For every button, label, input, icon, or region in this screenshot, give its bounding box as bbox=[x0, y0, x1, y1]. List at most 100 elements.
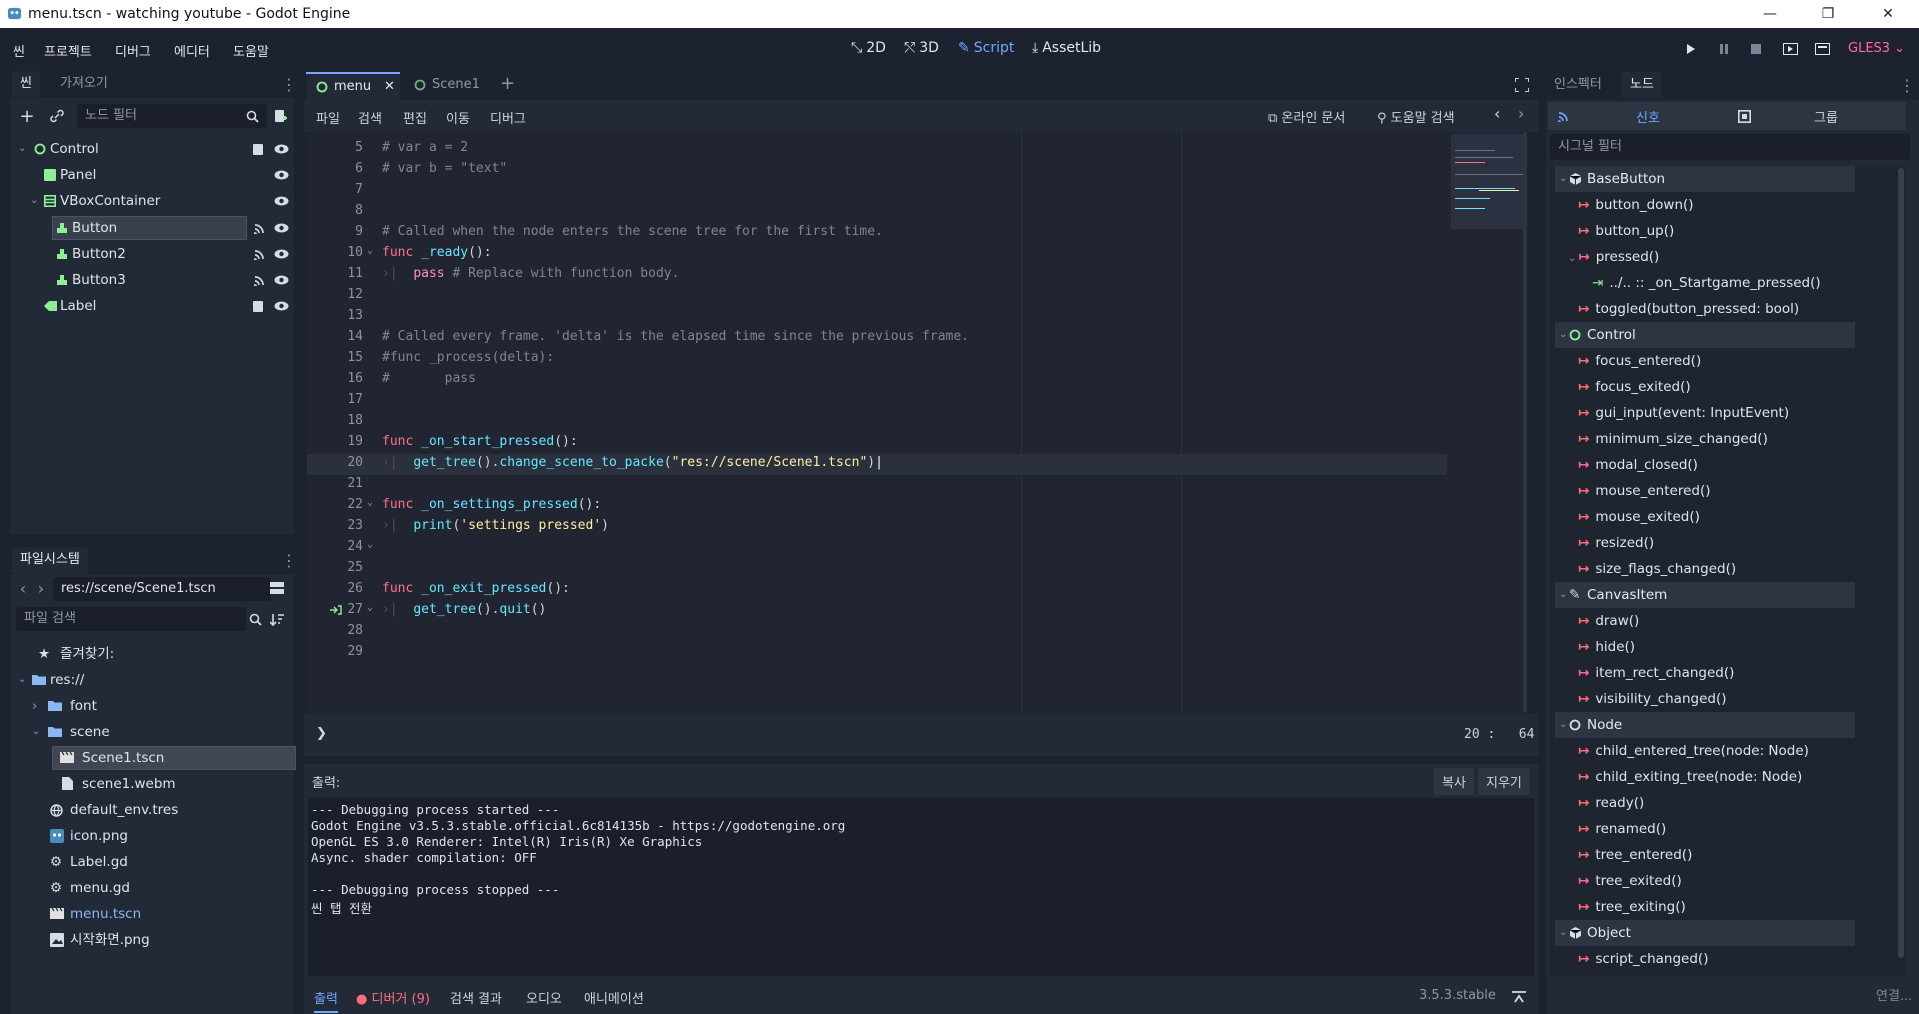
clear-button[interactable]: 지우기 bbox=[1478, 768, 1530, 795]
signal-item[interactable]: ↦ draw() bbox=[1578, 608, 1639, 634]
add-tab-icon[interactable]: + bbox=[500, 73, 515, 94]
tab-debugger[interactable]: ● 디버거 (9) bbox=[356, 988, 430, 1007]
signal-item[interactable]: ↦ visibility_changed() bbox=[1578, 686, 1726, 712]
play-scene-icon[interactable] bbox=[1779, 39, 1801, 59]
dock-menu-icon[interactable]: ⋮ bbox=[1896, 74, 1918, 96]
visibility-eye-icon[interactable] bbox=[274, 223, 289, 233]
fullscreen-icon[interactable] bbox=[1515, 78, 1529, 92]
add-script-icon[interactable] bbox=[269, 105, 291, 127]
tree-node-vboxcontainer[interactable]: ⌄ VBoxContainer bbox=[18, 189, 289, 213]
chevron-down-icon[interactable]: ⌄ bbox=[1559, 322, 1567, 348]
menu-editor[interactable]: 에디터 bbox=[174, 41, 210, 60]
tree-node-button[interactable]: Button bbox=[18, 216, 289, 240]
minimize-button[interactable]: — bbox=[1747, 0, 1793, 28]
signal-connected-icon[interactable] bbox=[254, 222, 266, 234]
path-field[interactable]: res://scene/Scene1.tscn bbox=[53, 577, 271, 601]
chevron-down-icon[interactable]: ⌄ bbox=[18, 137, 26, 161]
renderer-selector[interactable]: GLES3 ⌄ bbox=[1848, 41, 1905, 56]
dock-menu-icon[interactable]: ⋮ bbox=[278, 73, 300, 95]
signal-section-object[interactable]: ⌄ Object bbox=[1555, 920, 1855, 946]
script-attached-icon[interactable] bbox=[252, 300, 264, 313]
subtab-groups[interactable]: 그룹 bbox=[1814, 107, 1838, 126]
fold-icon[interactable]: ⌄ bbox=[367, 602, 373, 613]
minimap[interactable] bbox=[1449, 132, 1527, 714]
chevron-right-icon[interactable]: › bbox=[1518, 104, 1524, 123]
script-menu-search[interactable]: 검색 bbox=[358, 108, 382, 127]
pause-icon[interactable] bbox=[1713, 39, 1735, 59]
close-window-button[interactable]: ✕ bbox=[1865, 0, 1911, 28]
help-search-button[interactable]: ⚲ 도움말 검색 bbox=[1377, 107, 1455, 126]
chevron-right-icon[interactable]: › bbox=[32, 694, 37, 718]
chevron-down-icon[interactable]: ⌄ bbox=[1559, 920, 1567, 946]
link-icon[interactable] bbox=[46, 105, 68, 127]
tab-inspector[interactable]: 인스펙터 bbox=[1546, 72, 1610, 98]
signal-item[interactable]: ↦ resized() bbox=[1578, 530, 1654, 556]
tree-node-button3[interactable]: Button3 bbox=[18, 268, 289, 292]
tab-audio[interactable]: 오디오 bbox=[526, 988, 562, 1007]
fold-icon[interactable]: ⌄ bbox=[367, 539, 373, 550]
chevron-down-icon[interactable]: ⌄ bbox=[18, 668, 26, 692]
add-node-icon[interactable]: + bbox=[16, 105, 38, 127]
tab-output[interactable]: 출력 bbox=[314, 988, 338, 1013]
chevron-right-icon[interactable]: › bbox=[30, 577, 52, 599]
tree-node-control[interactable]: ⌄ Control bbox=[18, 137, 289, 161]
signal-section-canvasitem[interactable]: ⌄ ✎ CanvasItem bbox=[1555, 582, 1855, 608]
chevron-down-icon[interactable]: ⌄ bbox=[1559, 166, 1567, 192]
signal-item[interactable]: ↦ focus_exited() bbox=[1578, 374, 1691, 400]
editor-tab-scene1[interactable]: Scene1 bbox=[404, 72, 484, 100]
play-icon[interactable] bbox=[1680, 39, 1702, 59]
chevron-down-icon[interactable]: ⌄ bbox=[1568, 253, 1576, 264]
visibility-eye-icon[interactable] bbox=[274, 170, 289, 180]
signal-item[interactable]: ↦ mouse_exited() bbox=[1578, 504, 1700, 530]
signal-item[interactable]: ⌄ ↦ pressed() bbox=[1568, 244, 1659, 270]
signal-section-basebutton[interactable]: ⌄ BaseButton bbox=[1555, 166, 1855, 192]
expand-panel-icon[interactable] bbox=[1512, 991, 1526, 1003]
menu-help[interactable]: 도움말 bbox=[233, 41, 269, 60]
visibility-eye-icon[interactable] bbox=[274, 144, 289, 154]
menu-project[interactable]: 프로젝트 bbox=[44, 41, 92, 60]
signal-item[interactable]: ↦ ready() bbox=[1578, 790, 1644, 816]
chevron-down-icon[interactable]: ⌄ bbox=[1559, 582, 1567, 608]
visibility-eye-icon[interactable] bbox=[274, 301, 289, 311]
mode-3d-button[interactable]: ⤲ 3D bbox=[904, 40, 939, 56]
mode-script-button[interactable]: ✎ Script bbox=[958, 40, 1014, 56]
mode-assetlib-button[interactable]: ⤓ AssetLib bbox=[1032, 40, 1101, 56]
chevron-left-icon[interactable]: ‹ bbox=[1494, 104, 1500, 123]
tab-search-results[interactable]: 검색 결과 bbox=[450, 988, 502, 1007]
signal-item[interactable]: ↦ item_rect_changed() bbox=[1578, 660, 1734, 686]
chevron-down-icon[interactable]: ⌄ bbox=[1559, 712, 1567, 738]
toggle-scripts-panel-icon[interactable]: ❯ bbox=[316, 726, 327, 741]
signal-item[interactable]: ↦ child_entered_tree(node: Node) bbox=[1578, 738, 1809, 764]
tree-node-panel[interactable]: Panel bbox=[18, 163, 289, 187]
visibility-eye-icon[interactable] bbox=[274, 249, 289, 259]
fold-icon[interactable]: ⌄ bbox=[367, 497, 373, 508]
signal-connection-icon[interactable] bbox=[330, 605, 342, 615]
signal-item[interactable]: ↦ hide() bbox=[1578, 634, 1635, 660]
signal-item[interactable]: ↦ gui_input(event: InputEvent) bbox=[1578, 400, 1789, 426]
signal-item[interactable]: ↦ toggled(button_pressed: bool) bbox=[1578, 296, 1799, 322]
signal-item[interactable]: ↦ focus_entered() bbox=[1578, 348, 1701, 374]
online-docs-button[interactable]: ⧉ 온라인 문서 bbox=[1268, 107, 1345, 126]
node-filter-input[interactable]: 노드 필터 bbox=[77, 104, 267, 128]
signal-item[interactable]: ↦ script_changed() bbox=[1578, 946, 1708, 972]
chevron-down-icon[interactable]: ⌄ bbox=[30, 189, 38, 213]
chevron-down-icon[interactable]: ⌄ bbox=[32, 720, 40, 744]
signal-section-node[interactable]: ⌄ Node bbox=[1555, 712, 1855, 738]
tab-scene[interactable]: 씬 bbox=[12, 71, 40, 97]
script-menu-edit[interactable]: 편집 bbox=[403, 108, 427, 127]
mode-2d-button[interactable]: ⤡ 2D bbox=[851, 40, 886, 56]
editor-tab-menu[interactable]: menu ✕ bbox=[306, 72, 400, 100]
signal-filter-input[interactable]: 시그널 필터 bbox=[1550, 134, 1910, 160]
visibility-eye-icon[interactable] bbox=[274, 196, 289, 206]
code-editor[interactable]: 5 6 7 8 9 10 11 12 13 14 15 16 17 18 19 … bbox=[307, 132, 1527, 714]
menu-debug[interactable]: 디버그 bbox=[115, 41, 151, 60]
signal-item[interactable]: ↦ tree_entered() bbox=[1578, 842, 1692, 868]
tab-node[interactable]: 노드 bbox=[1622, 72, 1662, 98]
editor-scrollbar[interactable] bbox=[1523, 132, 1527, 712]
signal-item[interactable]: ↦ button_up() bbox=[1578, 218, 1674, 244]
signal-item[interactable]: ↦ button_down() bbox=[1578, 192, 1694, 218]
stop-icon[interactable] bbox=[1745, 39, 1767, 59]
signal-item[interactable]: ↦ renamed() bbox=[1578, 816, 1666, 842]
close-tab-icon[interactable]: ✕ bbox=[384, 79, 395, 94]
subtab-signals[interactable]: 신호 bbox=[1636, 107, 1660, 126]
